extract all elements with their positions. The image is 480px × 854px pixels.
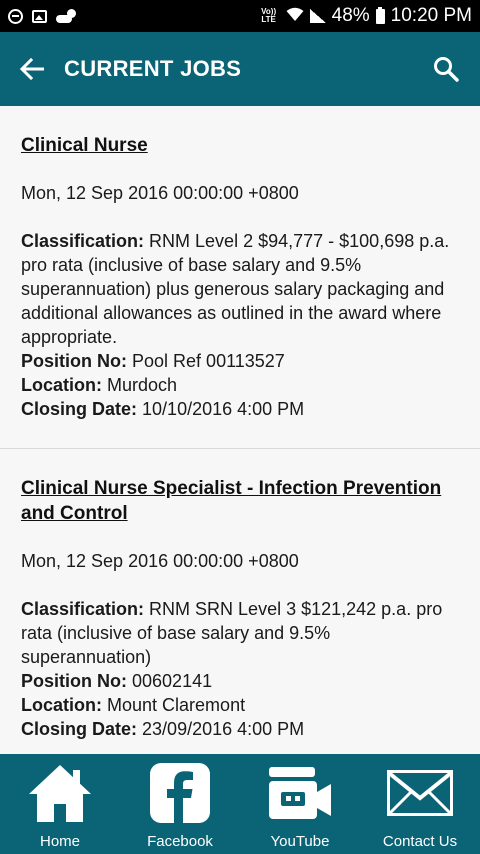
search-icon — [434, 57, 459, 82]
home-icon — [25, 759, 95, 827]
weather-icon — [56, 9, 76, 23]
job-location: Location: Mount Claremont — [21, 693, 459, 717]
nav-contact[interactable]: Contact Us — [360, 754, 480, 854]
nav-facebook-label: Facebook — [147, 833, 213, 850]
position-label: Position No: — [21, 671, 127, 691]
battery-percent: 48% — [331, 5, 370, 26]
closing-label: Closing Date: — [21, 719, 138, 739]
location-value: Mount Claremont — [107, 695, 246, 715]
position-value: Pool Ref 00113527 — [132, 351, 285, 371]
position-label: Position No: — [21, 351, 127, 371]
nav-youtube[interactable]: YouTube — [240, 754, 360, 854]
job-position: Position No: 00602141 — [21, 669, 459, 693]
app-bar: CURRENT JOBS — [0, 32, 480, 106]
classification-label: Classification: — [21, 231, 145, 251]
location-label: Location: — [21, 375, 102, 395]
page-title: CURRENT JOBS — [64, 56, 242, 81]
clock: 10:20 PM — [390, 5, 472, 26]
volte-icon: Vo)) LTE — [261, 7, 277, 24]
search-button[interactable] — [426, 49, 466, 89]
signal-icon — [309, 9, 326, 23]
job-classification: Classification: RNM SRN Level 3 $121,242… — [21, 597, 459, 669]
nav-home[interactable]: Home — [0, 754, 120, 854]
bottom-navigation: Home Facebook YouTube Contact Us — [0, 754, 480, 854]
nav-contact-label: Contact Us — [382, 833, 458, 850]
job-classification: Classification: RNM Level 2 $94,777 - $1… — [21, 229, 459, 349]
gallery-icon — [32, 9, 47, 23]
notification-icons — [8, 8, 76, 24]
nav-facebook[interactable]: Facebook — [120, 754, 240, 854]
closing-label: Closing Date: — [21, 399, 138, 419]
job-list[interactable]: Clinical Nurse Mon, 12 Sep 2016 00:00:00… — [0, 106, 480, 754]
system-icons: Vo)) LTE 48% 10:20 PM — [258, 5, 472, 27]
classification-label: Classification: — [21, 599, 145, 619]
battery-icon — [375, 6, 385, 24]
nav-youtube-label: YouTube — [270, 833, 330, 850]
job-position: Position No: Pool Ref 00113527 — [21, 349, 459, 373]
back-button[interactable] — [0, 32, 64, 106]
facebook-icon — [145, 759, 215, 827]
wifi-icon — [286, 7, 304, 25]
video-camera-icon — [265, 759, 335, 827]
arrow-left-icon — [20, 58, 44, 80]
job-card: Clinical Nurse Specialist - Infection Pr… — [0, 449, 480, 754]
job-date: Mon, 12 Sep 2016 00:00:00 +0800 — [21, 551, 299, 571]
do-not-disturb-icon — [8, 8, 23, 24]
job-title-link[interactable]: Clinical Nurse Specialist - Infection Pr… — [21, 476, 459, 526]
envelope-icon — [385, 759, 455, 827]
status-bar: Vo)) LTE 48% 10:20 PM — [0, 0, 480, 32]
job-closing-date: Closing Date: 10/10/2016 4:00 PM — [21, 397, 459, 421]
job-card: Clinical Nurse Mon, 12 Sep 2016 00:00:00… — [0, 106, 480, 449]
job-location: Location: Murdoch — [21, 373, 459, 397]
location-label: Location: — [21, 695, 102, 715]
nav-home-label: Home — [39, 833, 80, 850]
position-value: 00602141 — [132, 671, 213, 691]
closing-value: 23/09/2016 4:00 PM — [142, 719, 305, 739]
closing-value: 10/10/2016 4:00 PM — [142, 399, 305, 419]
job-title-link[interactable]: Clinical Nurse — [21, 133, 459, 158]
job-date: Mon, 12 Sep 2016 00:00:00 +0800 — [21, 183, 299, 203]
job-closing-date: Closing Date: 23/09/2016 4:00 PM — [21, 717, 459, 741]
location-value: Murdoch — [107, 375, 178, 395]
